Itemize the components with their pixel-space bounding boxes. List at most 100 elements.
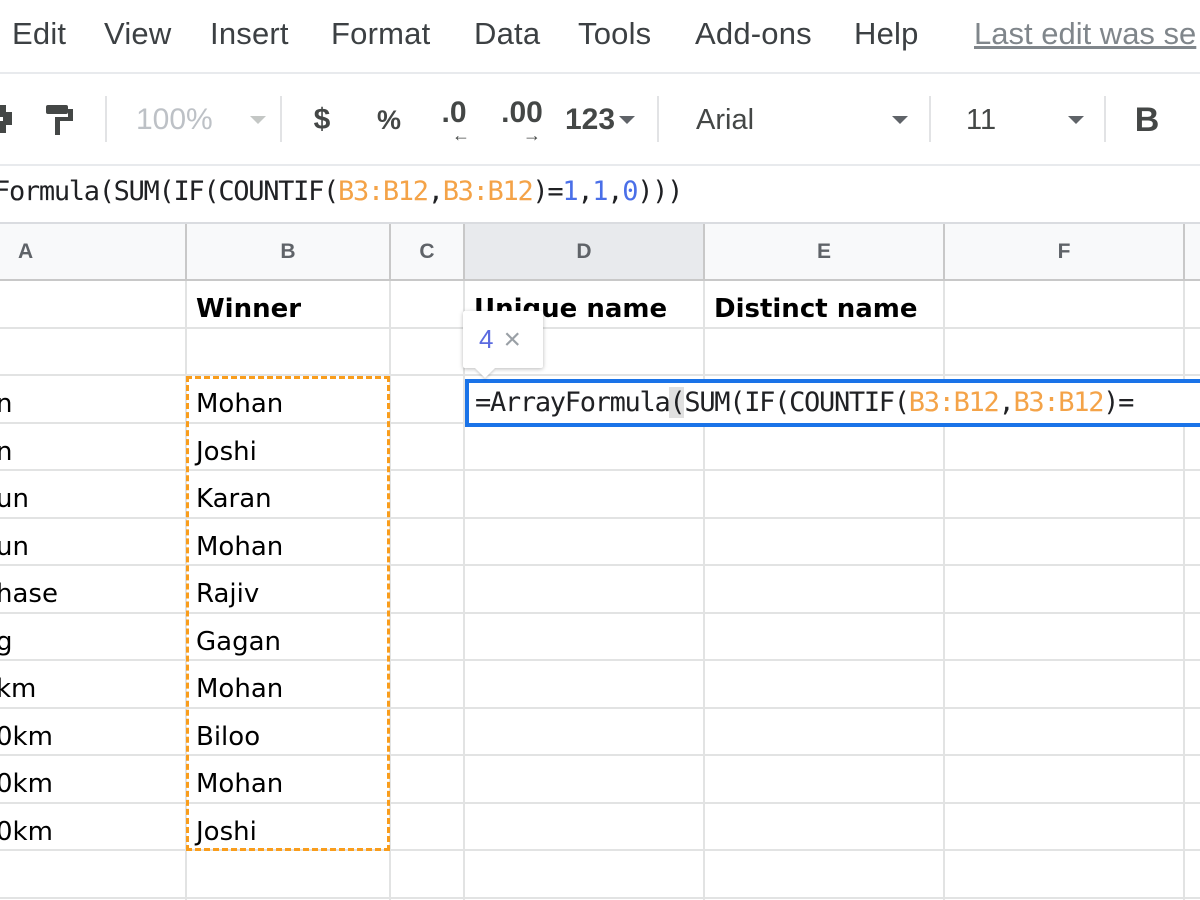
- paint-format-icon: [46, 105, 73, 135]
- cell-a6[interactable]: un: [0, 524, 29, 571]
- table-row: [0, 709, 1200, 756]
- formula-number: 1: [592, 176, 608, 207]
- menu-help[interactable]: Help: [854, 16, 919, 52]
- table-row: [0, 471, 1200, 519]
- currency-icon: $: [313, 103, 331, 136]
- column-header-b[interactable]: B: [187, 224, 391, 281]
- bold-button[interactable]: B: [1130, 76, 1164, 164]
- cell-a11[interactable]: 0km: [0, 761, 53, 808]
- font-size-select[interactable]: 11: [966, 76, 1084, 164]
- cell-b5[interactable]: Karan: [196, 476, 272, 523]
- arrow-right-icon: →: [523, 125, 541, 145]
- zoom-select[interactable]: 100%: [136, 76, 266, 164]
- chevron-down-icon: [1068, 116, 1084, 124]
- cell-b9[interactable]: Mohan: [196, 666, 283, 713]
- percent-icon: %: [376, 104, 401, 135]
- toolbar-separator: [929, 96, 931, 142]
- table-row: [0, 519, 1200, 566]
- font-family-value: Arial: [696, 103, 755, 136]
- active-cell-editor-d3[interactable]: =ArrayFormula(SUM(IF(COUNTIF(B3:B12,B3:B…: [465, 379, 1200, 427]
- cell-b12[interactable]: Joshi: [196, 809, 257, 856]
- table-row: [0, 851, 1200, 899]
- paint-format-button[interactable]: [42, 76, 78, 164]
- column-header-a[interactable]: A: [0, 224, 187, 281]
- print-icon: [0, 105, 12, 133]
- toolbar: 100% $ % .0 ← .00 → 123 Arial 11 B: [0, 76, 1200, 166]
- menu-view[interactable]: View: [104, 16, 171, 52]
- cell-a4[interactable]: n: [0, 429, 12, 476]
- range-reference: B3:B12: [337, 176, 429, 207]
- toolbar-separator: [1104, 96, 1106, 142]
- formula-token: ,: [577, 176, 593, 207]
- cell-a12[interactable]: 0km: [0, 809, 53, 856]
- cell-editor-text[interactable]: =ArrayFormula(SUM(IF(COUNTIF(B3:B12,B3:B…: [475, 387, 1134, 418]
- cell-a7[interactable]: hase: [0, 571, 58, 618]
- formula-token: SUM(IF(COUNTIF(: [684, 387, 910, 418]
- formula-token: (: [669, 387, 686, 418]
- cell-a9[interactable]: km: [0, 666, 36, 713]
- cell-a3[interactable]: n: [0, 381, 12, 428]
- column-header-e[interactable]: E: [705, 224, 945, 281]
- toolbar-separator: [657, 96, 659, 142]
- formula-token: ,: [607, 176, 623, 207]
- cell-b7[interactable]: Rajiv: [196, 571, 259, 618]
- menu-addons[interactable]: Add-ons: [695, 16, 812, 52]
- cell-b3[interactable]: Mohan: [196, 381, 283, 428]
- cell-a8[interactable]: g: [0, 619, 13, 666]
- formula-input[interactable]: Formula(SUM(IF(COUNTIF(B3:B12,B3:B12)=1,…: [0, 176, 683, 207]
- chevron-down-icon: [250, 116, 266, 124]
- preview-value: 4: [479, 324, 494, 354]
- table-row: [0, 424, 1200, 471]
- column-header-g[interactable]: [1185, 224, 1200, 281]
- formula-token: =ArrayFormula: [475, 387, 671, 418]
- more-formats-button[interactable]: 123: [562, 76, 638, 164]
- font-family-select[interactable]: Arial: [696, 76, 908, 164]
- decrease-decimal-button[interactable]: .0 ←: [432, 76, 476, 164]
- toolbar-separator: [280, 96, 282, 142]
- menu-data[interactable]: Data: [474, 16, 540, 52]
- increase-decimal-icon: .00: [501, 96, 543, 129]
- cell-b1[interactable]: Winner: [196, 286, 301, 333]
- print-button[interactable]: [0, 76, 16, 164]
- formula-number: 0: [622, 176, 638, 207]
- increase-decimal-button[interactable]: .00 →: [496, 76, 548, 164]
- formula-token: Formula(SUM(IF(COUNTIF(: [0, 176, 339, 207]
- cell-a5[interactable]: un: [0, 476, 29, 523]
- last-edit-link[interactable]: Last edit was se: [974, 16, 1196, 52]
- font-size-value: 11: [966, 103, 997, 136]
- arrow-left-icon: ←: [452, 125, 470, 145]
- table-row: [0, 756, 1200, 804]
- zoom-value: 100%: [136, 103, 213, 136]
- currency-format-button[interactable]: $: [306, 76, 338, 164]
- formula-token: ,: [427, 176, 444, 207]
- column-header-c[interactable]: C: [391, 224, 465, 281]
- cell-a10[interactable]: 0km: [0, 714, 53, 761]
- formula-token: ,: [998, 387, 1014, 418]
- percent-format-button[interactable]: %: [372, 76, 406, 164]
- cell-b4[interactable]: Joshi: [196, 429, 257, 476]
- menu-tools[interactable]: Tools: [578, 16, 651, 52]
- close-icon[interactable]: ×: [503, 324, 521, 355]
- cell-b8[interactable]: Gagan: [196, 619, 281, 666]
- decrease-decimal-icon: .0: [441, 96, 467, 129]
- column-header-f[interactable]: F: [945, 224, 1185, 281]
- formula-token: )=: [532, 176, 563, 207]
- range-reference: B3:B12: [1013, 387, 1104, 418]
- formula-bar[interactable]: Formula(SUM(IF(COUNTIF(B3:B12,B3:B12)=1,…: [0, 166, 1200, 224]
- cell-e1[interactable]: Distinct name: [714, 286, 918, 333]
- cell-b10[interactable]: Biloo: [196, 714, 260, 761]
- formula-token: )=: [1103, 387, 1134, 418]
- menu-bar: Edit View Insert Format Data Tools Add-o…: [0, 0, 1200, 74]
- table-row: [0, 661, 1200, 709]
- cell-b6[interactable]: Mohan: [196, 524, 283, 571]
- more-formats-label: 123: [564, 103, 616, 136]
- chevron-down-icon: [892, 116, 908, 124]
- menu-format[interactable]: Format: [331, 16, 430, 52]
- column-header-d[interactable]: D: [465, 224, 705, 281]
- table-row: [0, 566, 1200, 614]
- menu-edit[interactable]: Edit: [12, 16, 66, 52]
- formula-token: ))): [637, 176, 683, 207]
- menu-insert[interactable]: Insert: [210, 16, 289, 52]
- table-row: [0, 804, 1200, 851]
- cell-b11[interactable]: Mohan: [196, 761, 283, 808]
